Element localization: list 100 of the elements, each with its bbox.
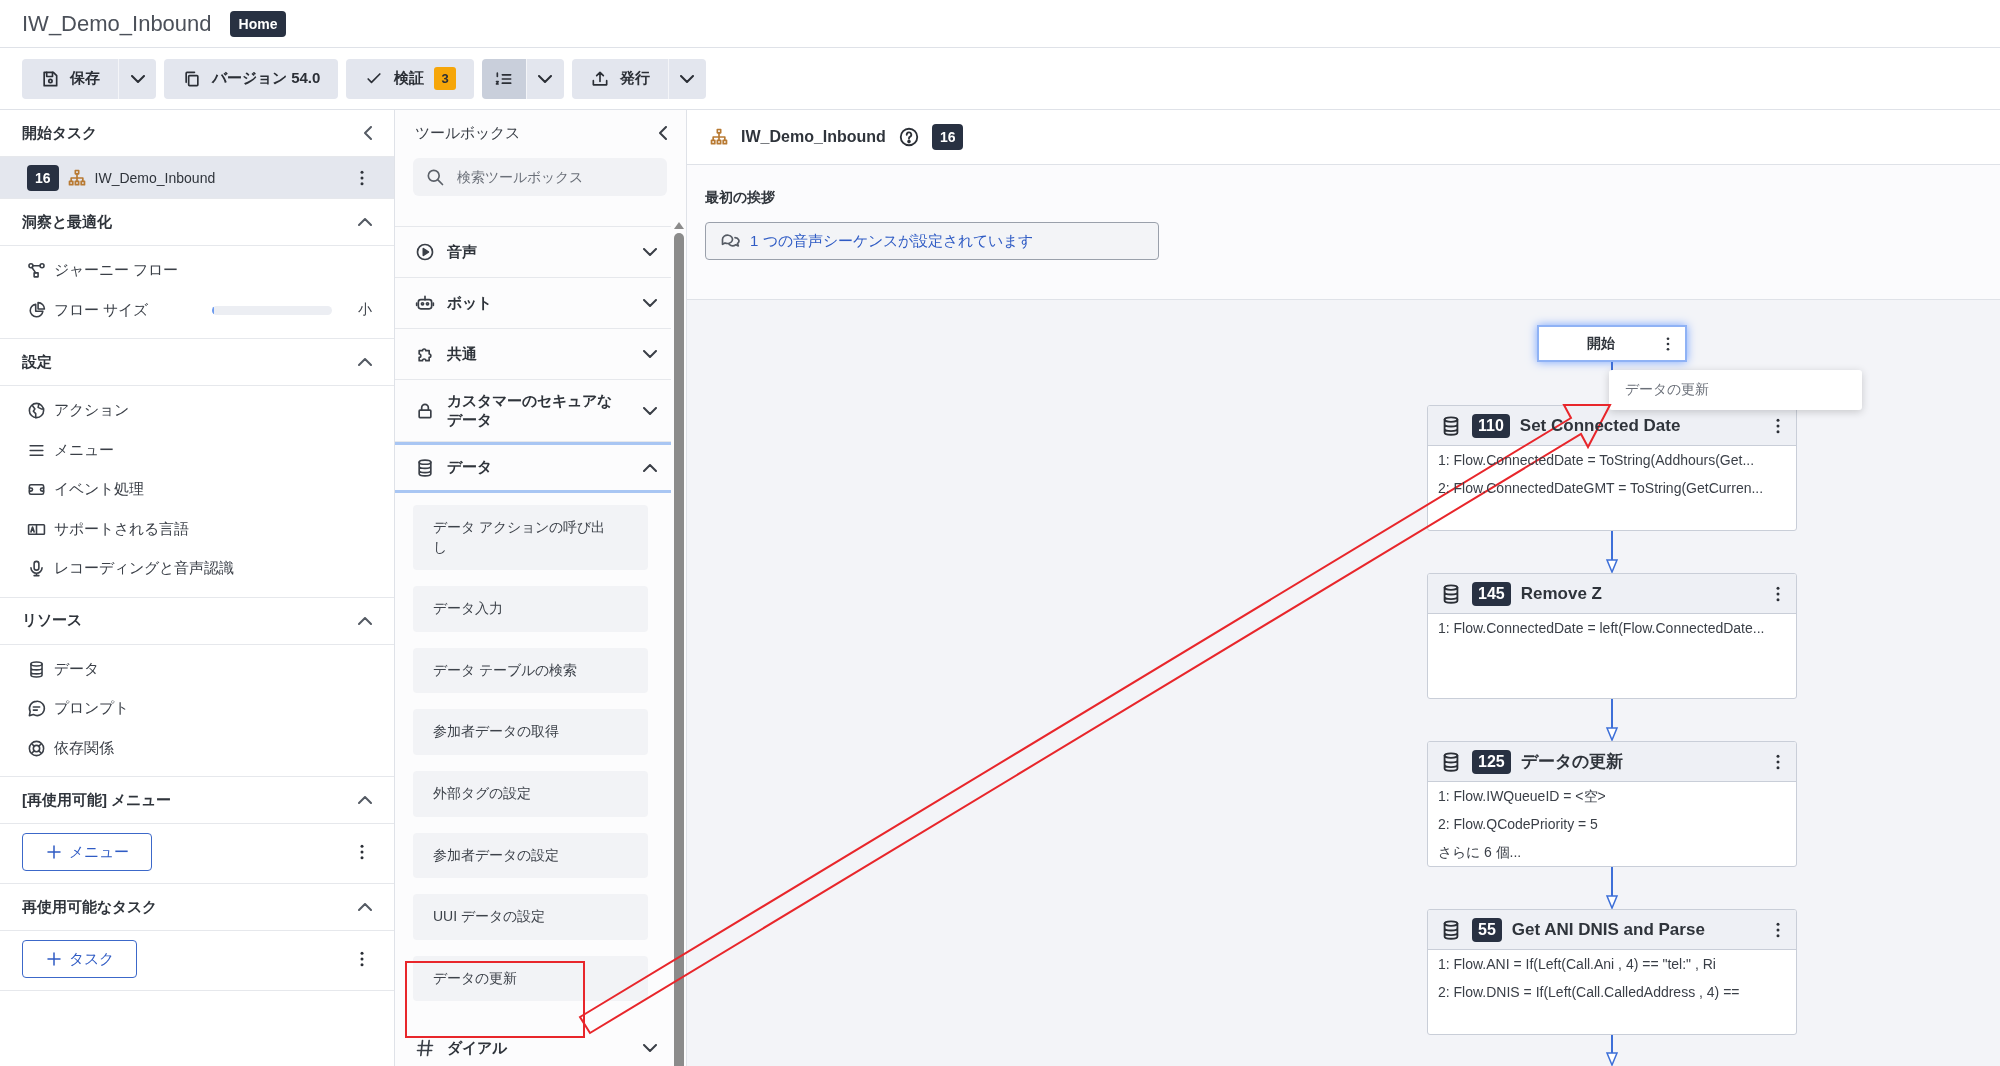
hierarchy-icon <box>709 127 729 147</box>
node-title: Remove Z <box>1520 583 1603 604</box>
collapse-icon[interactable] <box>364 126 372 140</box>
toolbox-action[interactable]: データ テーブルの検索 <box>413 647 648 694</box>
chevron-up-icon[interactable] <box>358 358 372 366</box>
nav-link[interactable]: データ <box>54 659 99 679</box>
chevron-down-icon <box>680 74 695 83</box>
section-title: 洞察と最適化 <box>22 212 112 232</box>
robot-icon <box>415 293 435 313</box>
panel-title: ツールボックス <box>415 123 520 143</box>
node-line: 1: Flow.IWQueueID = <空> <box>1438 787 1607 806</box>
home-badge: Home <box>229 10 287 37</box>
plus-icon <box>45 950 63 968</box>
hash-icon <box>415 1038 435 1059</box>
chevron-down-icon <box>130 74 145 83</box>
list-view-button[interactable] <box>481 58 526 99</box>
app-title: IW_Demo_Inbound <box>22 10 212 37</box>
node-number: 125 <box>1472 749 1511 774</box>
toolbox-action[interactable]: 外部タグの設定 <box>413 770 648 817</box>
chat-icon <box>27 699 46 719</box>
chevron-up-icon[interactable] <box>358 218 372 226</box>
nav-link[interactable]: 依存関係 <box>54 738 114 758</box>
start-node[interactable]: 開始 <box>1537 325 1687 362</box>
chevron-down-icon <box>538 74 553 83</box>
category-header[interactable]: ボット <box>395 278 671 329</box>
node-title: データの更新 <box>1520 751 1624 773</box>
dropdown-button[interactable] <box>667 58 706 99</box>
toolbox-action[interactable]: データ アクションの呼び出し <box>413 505 648 571</box>
node-line: 2: Flow.QCodePriority = 5 <box>1438 815 1599 834</box>
nav-link[interactable]: イベント処理 <box>54 480 144 500</box>
task-label: IW_Demo_Inbound <box>94 169 217 186</box>
flow-node[interactable]: 55 Get ANI DNIS and Parse 1: Flow.ANI = If(Left(Call.Ani , 4) == "tel:" , Ri 2: Flow.DNIS = If(Left(Call.CalledAddress , 4) == <box>1427 909 1797 1035</box>
nodes-icon <box>27 261 46 281</box>
category-header[interactable]: カスタマーのセキュアなデータ <box>395 380 671 442</box>
nav-link[interactable]: アクション <box>54 401 129 421</box>
section-title: リソース <box>22 611 82 630</box>
node-title: Get ANI DNIS and Parse <box>1511 919 1706 940</box>
collapse-icon[interactable] <box>659 126 667 140</box>
task-item[interactable]: 16 IW_Demo_Inbound <box>0 157 394 199</box>
dropdown-button[interactable] <box>525 58 564 99</box>
toolbar-button[interactable]: 検証 3 <box>346 58 474 99</box>
play-icon <box>415 242 435 262</box>
add-button[interactable]: メニュー <box>22 833 152 871</box>
flow-node[interactable]: 145 Remove Z 1: Flow.ConnectedDate = left(Flow.ConnectedDate... <box>1427 573 1797 699</box>
category-header[interactable]: 音声 <box>395 227 671 278</box>
search-field[interactable]: 検索ツールボックス <box>413 158 667 196</box>
section-title: [再使用可能] メニュー <box>22 790 172 810</box>
node-line: 1: Flow.ANI = If(Left(Call.Ani , 4) == "tel:" , Ri <box>1438 955 1717 974</box>
toolbox-action[interactable]: データ入力 <box>413 586 648 632</box>
drag-tooltip: データの更新 <box>1609 370 1862 410</box>
nav-link[interactable]: メニュー <box>54 440 114 460</box>
category-header[interactable]: ダイアル <box>395 1023 671 1066</box>
section-title: 設定 <box>22 352 52 372</box>
meter-reading: 小 <box>358 301 372 320</box>
database-icon <box>27 659 46 679</box>
globe-icon <box>27 401 46 421</box>
nav-link[interactable]: プロンプト <box>54 699 129 719</box>
field-label: 最初の挨拶 <box>705 189 776 207</box>
toolbar-button[interactable]: バージョン 54.0 <box>164 58 339 99</box>
node-line: 1: Flow.ConnectedDate = left(Flow.ConnectedDate... <box>1438 619 1766 638</box>
connector-arrow <box>1605 866 1619 910</box>
connector-arrow <box>1605 530 1619 574</box>
nav-link[interactable]: ジャーニー フロー <box>54 261 179 281</box>
plus-icon <box>45 843 63 861</box>
microphone-icon <box>27 559 46 579</box>
node-line: 2: Flow.DNIS = If(Left(Call.CalledAddress , 4) == <box>1438 983 1741 1002</box>
hierarchy-icon <box>66 167 87 188</box>
node-number: 145 <box>1472 581 1511 606</box>
count-badge: 16 <box>931 124 964 150</box>
toolbox-action[interactable]: 参加者データの取得 <box>413 709 648 755</box>
toolbox-action[interactable]: データの更新 <box>413 955 648 1002</box>
node-line: さらに 6 個... <box>1438 843 1523 862</box>
add-button[interactable]: タスク <box>22 940 137 978</box>
flow-node[interactable]: 125 データの更新 1: Flow.IWQueueID = <空> 2: Flow.QCodePriority = 5 さらに 6 個... <box>1427 741 1797 867</box>
chevron-up-icon[interactable] <box>358 903 372 911</box>
node-number: 110 <box>1472 413 1510 438</box>
pie-chart-icon <box>27 300 46 320</box>
help-icon[interactable] <box>897 126 920 148</box>
toolbox-action[interactable]: UUI データの設定 <box>413 894 648 940</box>
dropdown-button[interactable] <box>118 58 156 99</box>
nav-link[interactable]: レコーディングと音声認識 <box>54 559 234 579</box>
toolbar-button[interactable]: 保存 <box>22 58 118 99</box>
meter-label: フロー サイズ <box>54 300 149 320</box>
chevron-up-icon[interactable] <box>358 796 372 804</box>
toolbar-button[interactable]: 発行 <box>571 58 668 99</box>
search-icon <box>425 167 445 187</box>
panel-title: 開始タスク <box>22 123 97 143</box>
toolbox-action[interactable]: 参加者データの設定 <box>413 832 648 879</box>
chevron-up-icon[interactable] <box>358 616 372 625</box>
node-number: 55 <box>1472 917 1502 942</box>
greeting-field[interactable]: 1 つの音声シーケンスが設定されています <box>705 222 1159 260</box>
database-icon <box>415 457 435 478</box>
category-header[interactable]: 共通 <box>395 329 671 380</box>
flow-title: IW_Demo_Inbound <box>741 128 886 146</box>
lifebuoy-icon <box>27 738 46 758</box>
category-header[interactable]: データ <box>395 442 671 493</box>
nav-link[interactable]: サポートされる言語 <box>54 519 189 539</box>
section-title: 再使用可能なタスク <box>22 897 157 917</box>
count-badge: 16 <box>27 164 59 191</box>
count-badge: 3 <box>434 67 456 90</box>
